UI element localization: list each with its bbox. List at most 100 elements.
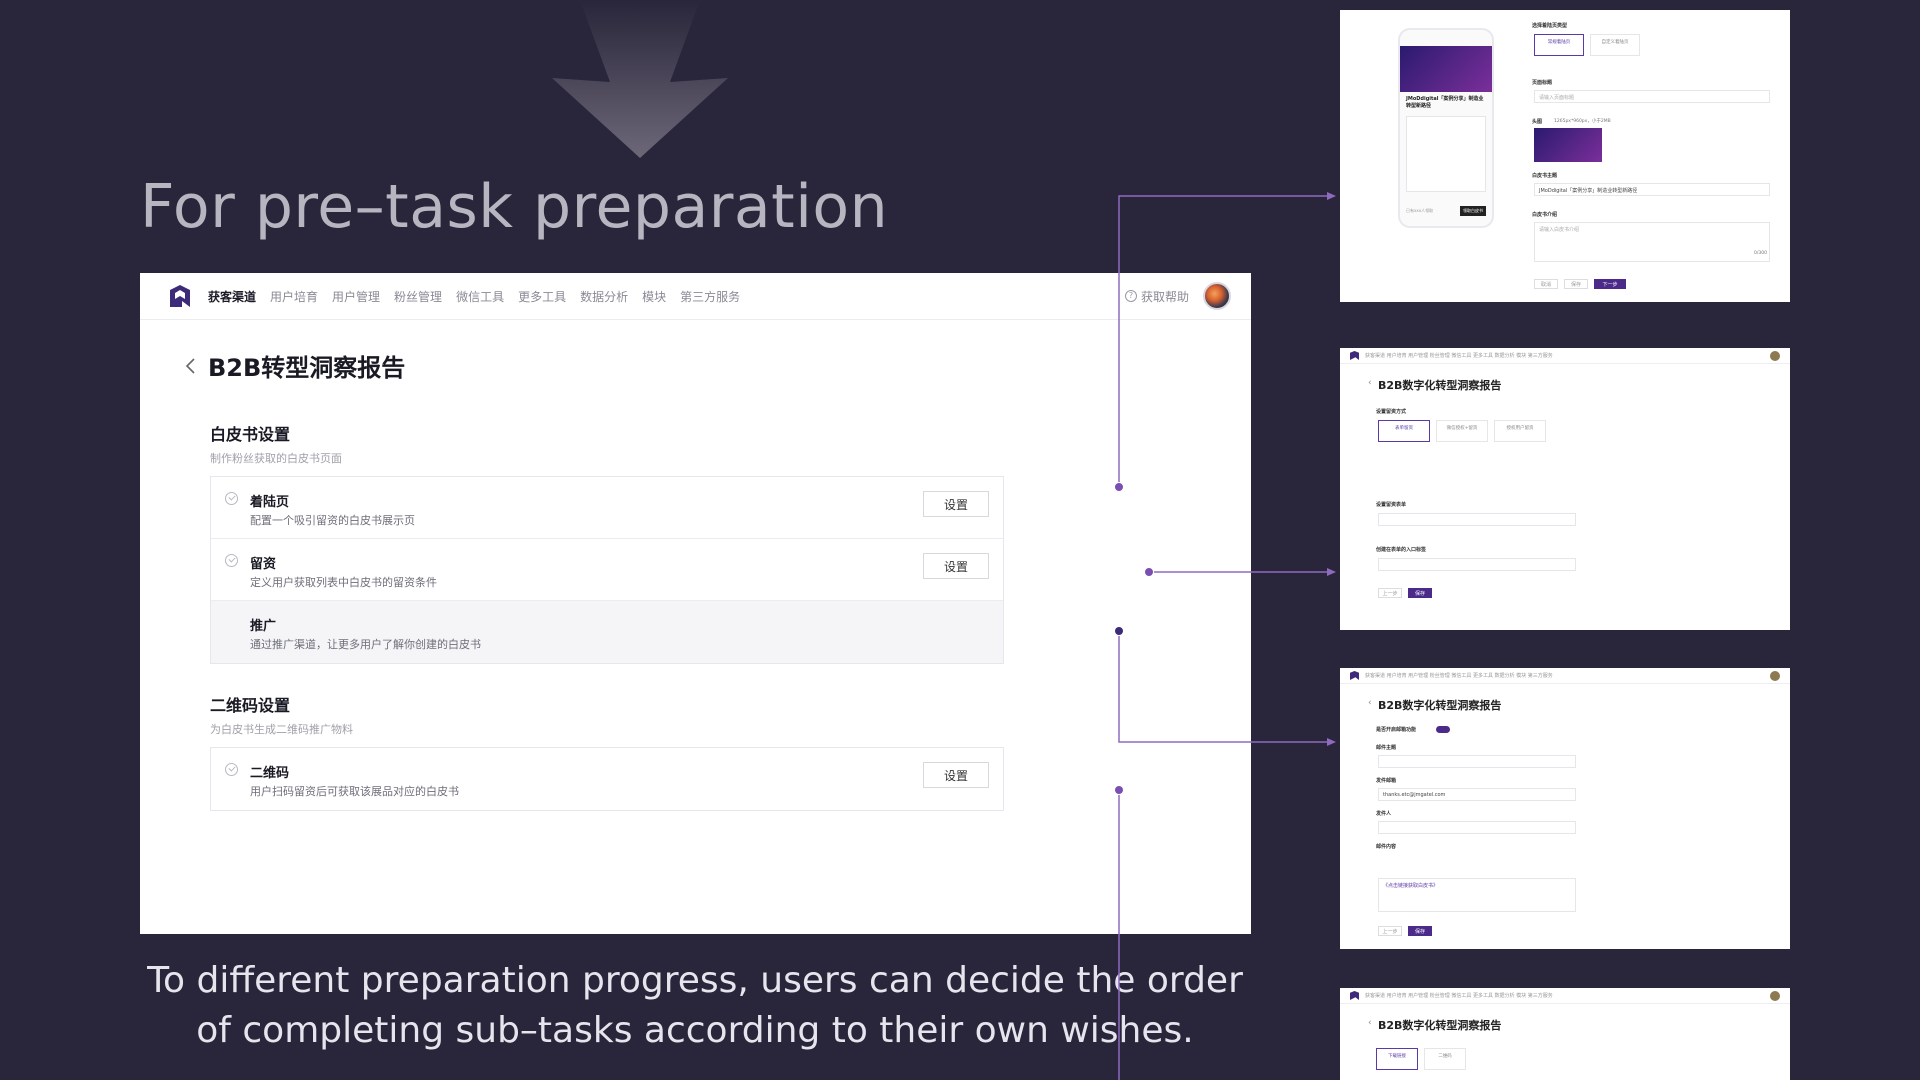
thumb-nav-text: 获客渠道 用户培育 用户管理 粉丝管理 微信工具 更多工具 数据分析 模块 第三…: [1365, 673, 1553, 679]
task-row-promotion[interactable]: 推广 通过推广渠道，让更多用户了解你创建的白皮书: [211, 601, 1003, 663]
task-name: 推广: [250, 619, 277, 634]
label-email-subject: 邮件主题: [1376, 745, 1397, 751]
task-desc: 用户扫码留资后可获取该展品对应的白皮书: [250, 785, 459, 798]
head-image-hint: 1265px*960px，小于2MB: [1554, 119, 1611, 124]
nav-item-fans[interactable]: 粉丝管理: [394, 288, 442, 305]
arrowhead-promotion: [1327, 738, 1336, 746]
nav-item-nurture[interactable]: 用户培育: [270, 288, 318, 305]
page-title: B2B转型洞察报告: [208, 354, 406, 382]
label-entry-tag: 创建在表单的入口标签: [1376, 547, 1427, 553]
label-whitepaper-intro: 白皮书介绍: [1532, 212, 1558, 218]
nav-item-modules[interactable]: 模块: [642, 288, 666, 305]
cancel-button[interactable]: 取消: [1534, 279, 1558, 289]
check-circle-icon: [225, 492, 238, 505]
option-form-leads[interactable]: 表单留资: [1378, 420, 1430, 442]
chevron-left-icon[interactable]: [184, 356, 198, 376]
nav-item-wechat-tools[interactable]: 微信工具: [456, 288, 504, 305]
thumb-nav-text: 获客渠道 用户培育 用户管理 粉丝管理 微信工具 更多工具 数据分析 模块 第三…: [1365, 353, 1553, 359]
check-circle-icon: [225, 554, 238, 567]
head-image-preview[interactable]: [1534, 128, 1602, 162]
thumb-nav: 获客渠道 用户培育 用户管理 粉丝管理 微信工具 更多工具 数据分析 模块 第三…: [1340, 988, 1790, 1004]
chevron-left-icon[interactable]: ‹: [1368, 1018, 1372, 1028]
chevron-left-icon[interactable]: ‹: [1368, 698, 1372, 708]
section-title-whitepaper: 白皮书设置: [210, 425, 291, 444]
nav-item-users[interactable]: 用户管理: [332, 288, 380, 305]
task-row-landing[interactable]: 着陆页 配置一个吸引留资的白皮书展示页 设置: [211, 477, 1003, 539]
textarea-whitepaper-intro[interactable]: 请输入白皮书介绍: [1534, 222, 1770, 262]
page-header: B2B转型洞察报告: [184, 348, 405, 383]
task-desc: 通过推广渠道，让更多用户了解你创建的白皮书: [250, 638, 481, 651]
task-row-leads[interactable]: 留资 定义用户获取列表中白皮书的留资条件 设置: [211, 539, 1003, 601]
thumb-title: B2B数字化转型洞察报告: [1378, 379, 1502, 392]
select-leads-form[interactable]: [1378, 513, 1576, 526]
option-regular-landing[interactable]: 常规着陆页: [1534, 34, 1584, 56]
prev-button[interactable]: 上一步: [1378, 926, 1402, 936]
option-auth-leads[interactable]: 授权用户留资: [1494, 420, 1546, 442]
avatar: [1770, 670, 1780, 681]
logo-icon: [1350, 991, 1359, 1000]
label-whitepaper-theme: 白皮书主题: [1532, 173, 1558, 179]
next-button[interactable]: 下一步: [1594, 279, 1626, 289]
input-page-title[interactable]: 请输入页面标题: [1534, 90, 1770, 103]
nav-item-more-tools[interactable]: 更多工具: [518, 288, 566, 305]
option-download-link[interactable]: 下载链接: [1376, 1048, 1418, 1070]
task-row-qrcode[interactable]: 二维码 用户扫码留资后可获取该展品对应的白皮书 设置: [211, 748, 1003, 810]
thumb-promotion: 获客渠道 用户培育 用户管理 粉丝管理 微信工具 更多工具 数据分析 模块 第三…: [1340, 988, 1790, 1080]
option-wechat-leads[interactable]: 微信授权+留资: [1436, 420, 1488, 442]
set-button-leads[interactable]: 设置: [923, 553, 989, 579]
top-nav: 获客渠道 用户培育 用户管理 粉丝管理 微信工具 更多工具 数据分析 模块 第三…: [140, 273, 1251, 320]
label-head-image: 头图: [1532, 119, 1543, 125]
thumb-nav-text: 获客渠道 用户培育 用户管理 粉丝管理 微信工具 更多工具 数据分析 模块 第三…: [1365, 993, 1553, 999]
label-email-content: 邮件内容: [1376, 844, 1397, 850]
input-sender[interactable]: [1378, 821, 1576, 834]
prev-button[interactable]: 上一步: [1378, 588, 1402, 598]
app-window: 获客渠道 用户培育 用户管理 粉丝管理 微信工具 更多工具 数据分析 模块 第三…: [140, 273, 1251, 934]
set-button-landing[interactable]: 设置: [923, 491, 989, 517]
task-card-whitepaper: 着陆页 配置一个吸引留资的白皮书展示页 设置 留资 定义用户获取列表中白皮书的留…: [210, 476, 1004, 664]
phone-heading: JMoDdigital「案例分享」制造业转型新路径: [1406, 96, 1484, 109]
down-arrow-icon: [552, 0, 728, 158]
nav-item-analytics[interactable]: 数据分析: [580, 288, 628, 305]
check-circle-icon: [225, 763, 238, 776]
option-custom-landing[interactable]: 自定义着陆页: [1590, 34, 1640, 56]
option-qrcode[interactable]: 二维码: [1424, 1048, 1466, 1070]
task-desc: 配置一个吸引留资的白皮书展示页: [250, 514, 415, 527]
help-link[interactable]: ? 获取帮助: [1124, 288, 1189, 305]
section-title-qrcode: 二维码设置: [210, 696, 291, 715]
input-email-subject[interactable]: [1378, 755, 1576, 768]
set-button-qrcode[interactable]: 设置: [923, 762, 989, 788]
caption: To different preparation progress, users…: [147, 960, 1243, 1051]
input-whitepaper-theme[interactable]: JMoDdigital「案例分享」制造业转型新路径: [1534, 183, 1770, 196]
thumb-nav: 获客渠道 用户培育 用户管理 粉丝管理 微信工具 更多工具 数据分析 模块 第三…: [1340, 348, 1790, 364]
textarea-email-content[interactable]: 《点击链接获取白皮书》: [1378, 878, 1576, 912]
save-button[interactable]: 保存: [1564, 279, 1588, 289]
thumb-nav: 获客渠道 用户培育 用户管理 粉丝管理 微信工具 更多工具 数据分析 模块 第三…: [1340, 668, 1790, 684]
select-entry-tag[interactable]: [1378, 558, 1576, 571]
arrowhead-leads: [1327, 568, 1336, 576]
nav-item-acquisition[interactable]: 获客渠道: [208, 288, 256, 305]
email-toggle[interactable]: [1436, 726, 1450, 733]
logo-icon[interactable]: [168, 284, 192, 308]
phone-get-button[interactable]: 领取白皮书: [1460, 206, 1486, 216]
question-icon: ?: [1124, 290, 1137, 302]
thumb-title: B2B数字化转型洞察报告: [1378, 1019, 1502, 1032]
label-sender: 发件人: [1376, 811, 1392, 817]
label-page-title: 页面标题: [1532, 80, 1553, 86]
avatar[interactable]: [1203, 282, 1231, 310]
label-sender-email: 发件邮箱: [1376, 778, 1397, 784]
task-name: 二维码: [250, 766, 290, 781]
select-sender-email[interactable]: thanks.etc@jmgatel.com: [1378, 788, 1576, 801]
phone-footer: 已有xxx人领取: [1406, 208, 1434, 213]
phone-mockup: JMoDdigital「案例分享」制造业转型新路径 已有xxx人领取 领取白皮书: [1398, 28, 1494, 228]
task-desc: 定义用户获取列表中白皮书的留资条件: [250, 576, 437, 589]
arrowhead-landing: [1327, 192, 1336, 200]
nav-item-third-party[interactable]: 第三方服务: [680, 288, 740, 305]
save-button[interactable]: 保存: [1408, 588, 1432, 598]
label-landing-type: 选择着陆页类型: [1532, 23, 1568, 29]
thumb-email: 获客渠道 用户培育 用户管理 粉丝管理 微信工具 更多工具 数据分析 模块 第三…: [1340, 668, 1790, 949]
nav-right: ? 获取帮助: [1124, 282, 1231, 310]
save-button[interactable]: 保存: [1408, 926, 1432, 936]
label-leads-method: 设置留资方式: [1376, 409, 1407, 415]
chevron-left-icon[interactable]: ‹: [1368, 378, 1372, 388]
thumb-landing-page: JMoDdigital「案例分享」制造业转型新路径 已有xxx人领取 领取白皮书…: [1340, 10, 1790, 302]
